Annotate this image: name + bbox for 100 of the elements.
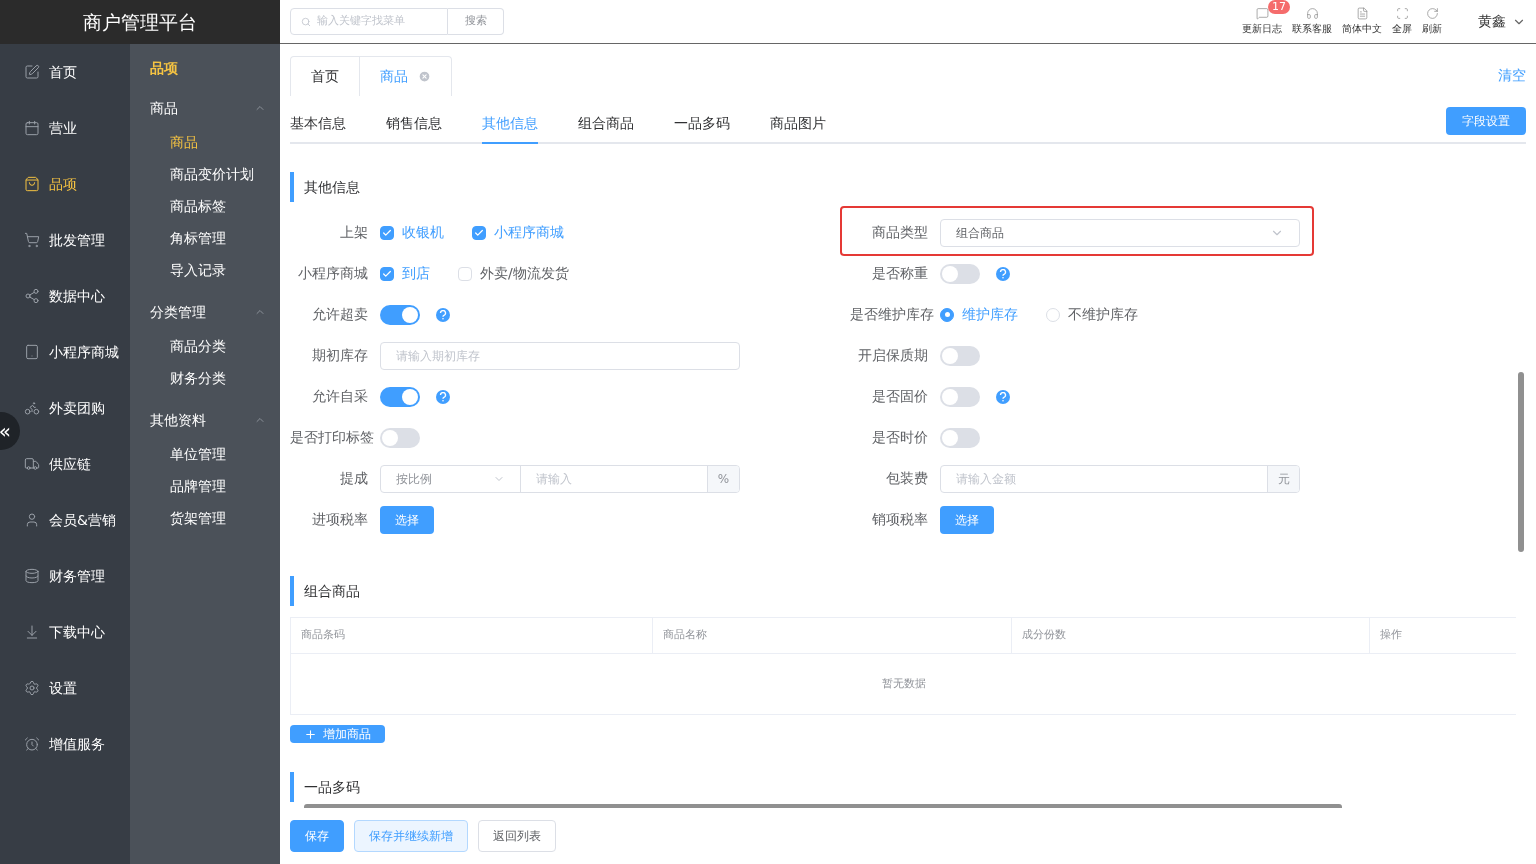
help-icon[interactable]	[436, 307, 450, 322]
checkbox-label: 到店	[402, 264, 430, 283]
fullscreen-icon	[1395, 7, 1409, 20]
help-icon[interactable]	[436, 389, 450, 404]
sub-nav-title: 品项	[149, 59, 179, 78]
nav-item[interactable]: 营业	[20, 100, 130, 156]
nav-item[interactable]: 供应链	[20, 436, 130, 492]
field-label: 是否打印标签	[290, 428, 375, 447]
field-label: 开启保质期	[857, 346, 929, 365]
section-tab[interactable]: 销售信息	[386, 104, 442, 144]
database-icon	[24, 568, 40, 584]
help-icon[interactable]	[996, 389, 1010, 404]
user-icon	[24, 512, 40, 528]
field-label: 商品类型	[871, 223, 929, 242]
toggle-switch[interactable]	[380, 304, 420, 325]
field-label: 期初库存	[311, 346, 369, 365]
nav-item[interactable]: 会员&营销	[20, 492, 130, 548]
bike-icon	[24, 400, 40, 416]
toolbar-button[interactable]: 刷新	[1422, 7, 1442, 36]
sub-nav-item[interactable]: 财务分类	[130, 362, 280, 394]
toolbar-button[interactable]: 联系客服	[1292, 7, 1332, 36]
search-icon	[301, 15, 311, 28]
section-tab[interactable]: 基本信息	[290, 104, 346, 144]
count-badge: 17	[1268, 0, 1290, 14]
input-field[interactable]: 请输入期初库存	[381, 342, 739, 369]
cart-icon	[24, 232, 40, 248]
sub-nav-item[interactable]: 货架管理	[130, 502, 280, 534]
close-icon[interactable]	[418, 70, 431, 83]
field-label: 提成	[339, 469, 369, 488]
select-field[interactable]: 组合商品	[940, 218, 1300, 247]
field-label: 是否称重	[871, 264, 929, 283]
toggle-switch[interactable]	[940, 263, 980, 284]
field-label: 上架	[339, 223, 369, 242]
text-input[interactable]: 请输入金额	[941, 465, 1267, 492]
input-field[interactable]: 请输入	[521, 465, 707, 492]
section-tab[interactable]: 一品多码	[674, 104, 730, 144]
checkbox[interactable]	[380, 266, 394, 281]
checkbox-label: 外卖/物流发货	[480, 264, 569, 283]
message-icon	[1255, 7, 1269, 20]
refresh-icon	[1425, 7, 1439, 20]
checkbox[interactable]	[472, 225, 486, 240]
field-label: 小程序商城	[297, 264, 369, 283]
nav-item[interactable]: 数据中心	[20, 268, 130, 324]
field-label: 包装费	[885, 469, 929, 488]
sub-nav-group[interactable]: 其他资料	[130, 402, 280, 438]
field-label: 是否时价	[871, 428, 929, 447]
section-tab[interactable]: 商品图片	[770, 104, 826, 144]
sub-nav-group[interactable]: 分类管理	[130, 294, 280, 330]
toolbar-button[interactable]: 简体中文	[1342, 7, 1382, 36]
toggle-switch[interactable]	[940, 386, 980, 407]
section-title: 其他信息	[304, 177, 360, 197]
toggle-switch[interactable]	[940, 345, 980, 366]
download-icon	[24, 624, 40, 640]
checkbox-label: 小程序商城	[494, 223, 564, 242]
share-icon	[24, 288, 40, 304]
radio-button[interactable]	[940, 307, 954, 322]
alarm-clock-icon	[24, 736, 40, 752]
checkbox-label: 收银机	[402, 223, 444, 242]
nav-item[interactable]: 小程序商城	[20, 324, 130, 380]
toolbar-button[interactable]: 全屏	[1392, 7, 1412, 36]
check-icon	[382, 227, 392, 238]
section-tab[interactable]: 组合商品	[578, 104, 634, 144]
unit-label: %	[707, 465, 739, 492]
sub-nav-item[interactable]: 商品分类	[130, 330, 280, 362]
user-menu[interactable]: 黄鑫	[1478, 11, 1526, 32]
nav-item[interactable]: 品项	[20, 156, 130, 212]
column-header: 成分份数	[1011, 618, 1369, 653]
sub-nav-item[interactable]: 品牌管理	[130, 470, 280, 502]
nav-item[interactable]: 设置	[20, 660, 130, 716]
footer-button[interactable]: 返回列表	[478, 820, 556, 852]
sub-nav-group[interactable]: 商品	[130, 90, 280, 126]
field-label: 销项税率	[871, 510, 929, 529]
sub-nav-item[interactable]: 商品	[130, 126, 280, 158]
empty-message: 暂无数据	[881, 675, 926, 692]
checkbox[interactable]	[380, 225, 394, 240]
sub-nav-item[interactable]: 商品标签	[130, 190, 280, 222]
field-label: 允许超卖	[311, 305, 369, 324]
toggle-switch[interactable]	[380, 427, 420, 448]
field-label: 是否固价	[871, 387, 929, 406]
nav-item[interactable]: 首页	[20, 44, 130, 100]
nav-item[interactable]: 增值服务	[20, 716, 130, 772]
page-tab[interactable]: 首页	[291, 57, 359, 96]
toggle-switch[interactable]	[380, 386, 420, 407]
nav-item[interactable]: 财务管理	[20, 548, 130, 604]
sub-nav-item[interactable]: 商品变价计划	[130, 158, 280, 190]
toggle-switch[interactable]	[940, 427, 980, 448]
bag-icon	[24, 176, 40, 192]
help-icon[interactable]	[996, 266, 1010, 281]
section-title: 组合商品	[304, 581, 360, 601]
check-icon	[474, 227, 484, 238]
nav-item[interactable]: 下载中心	[20, 604, 130, 660]
sub-nav-item[interactable]: 单位管理	[130, 438, 280, 470]
headphones-icon	[1305, 7, 1319, 20]
sub-nav-item[interactable]: 导入记录	[130, 254, 280, 286]
brand-title: 商户管理平台	[0, 0, 280, 44]
sub-nav-item[interactable]: 角标管理	[130, 222, 280, 254]
tablet-icon	[24, 344, 40, 360]
column-header: 商品条码	[300, 627, 346, 644]
nav-item[interactable]: 外卖团购	[20, 380, 130, 436]
nav-item[interactable]: 批发管理	[20, 212, 130, 268]
